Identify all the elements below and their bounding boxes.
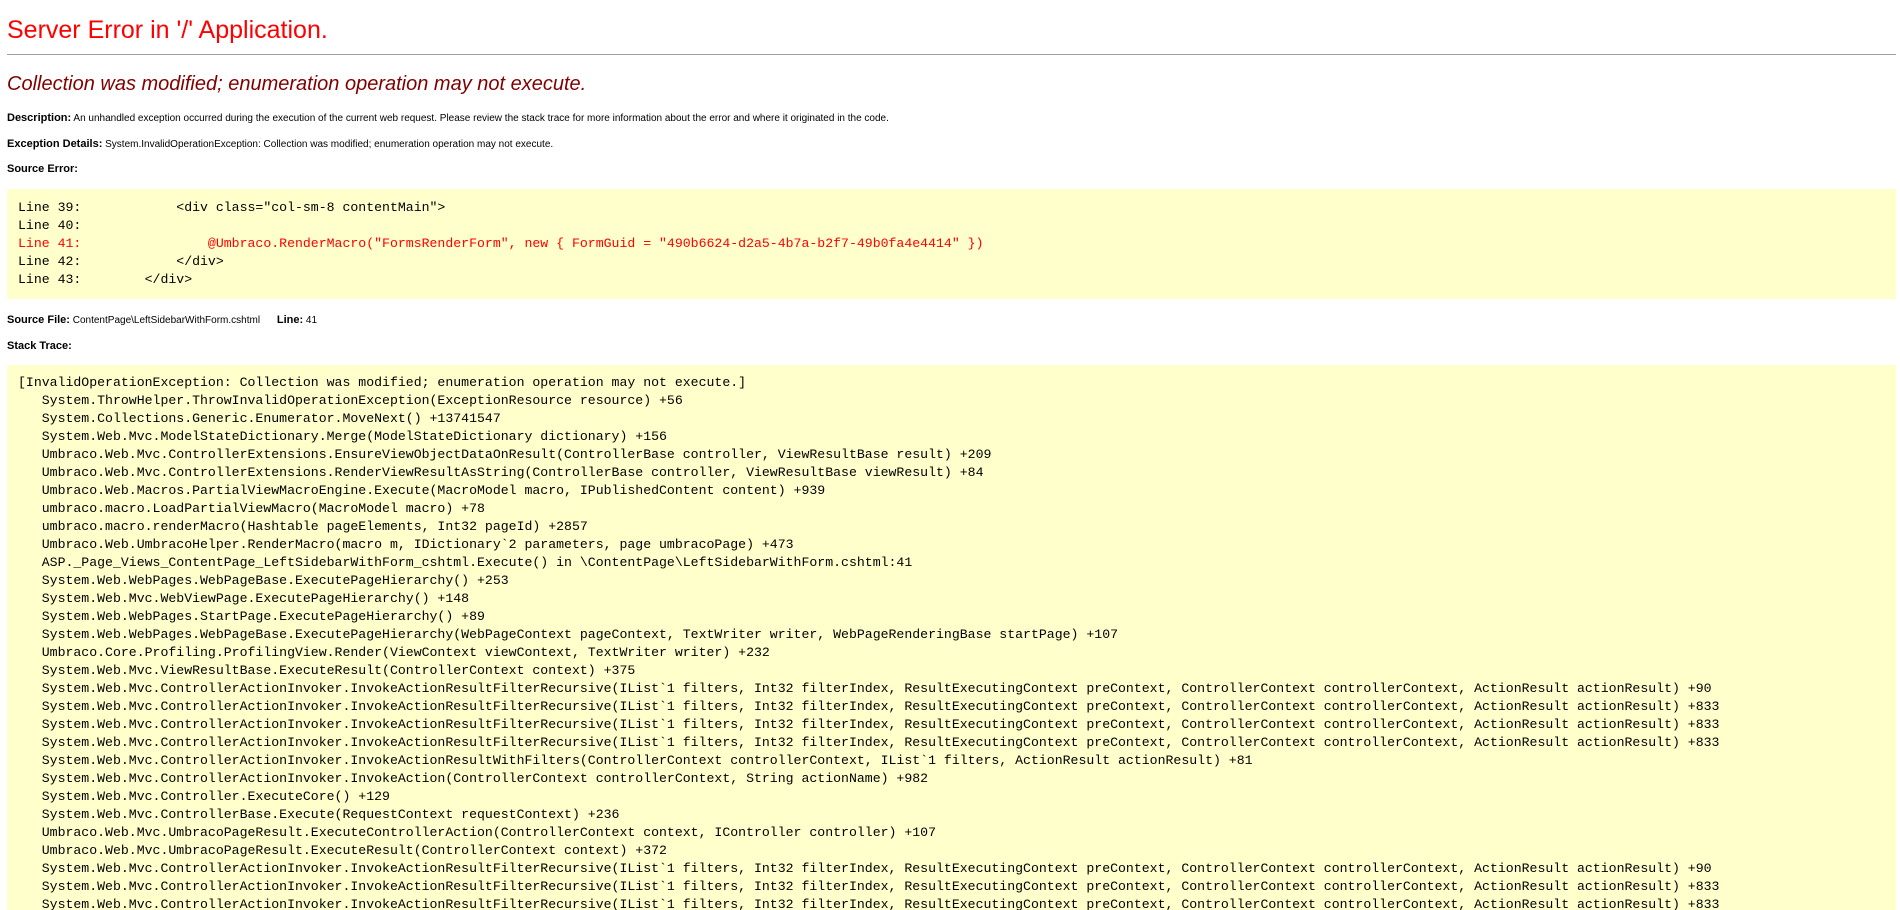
stack-line: Umbraco.Web.Mvc.UmbracoPageResult.Execut… [18, 825, 936, 840]
stack-line: System.Web.Mvc.ModelStateDictionary.Merg… [18, 429, 667, 444]
exception-details-text: System.InvalidOperationException: Collec… [105, 139, 554, 150]
stack-trace-box[interactable]: [InvalidOperationException: Collection w… [7, 365, 1896, 910]
source-error-label: Source Error: [7, 163, 78, 175]
exception-details-section: Exception Details: System.InvalidOperati… [7, 137, 553, 152]
source-line-error: Line 41: @Umbraco.RenderMacro("FormsRend… [18, 236, 984, 251]
title-divider [7, 54, 1896, 55]
page-title: Server Error in '/' Application. [7, 16, 328, 44]
stack-line: Umbraco.Core.Profiling.ProfilingView.Ren… [18, 645, 770, 660]
stack-line: umbraco.macro.LoadPartialViewMacro(Macro… [18, 501, 485, 516]
source-file-section: Source File: ContentPage\LeftSidebarWith… [7, 313, 317, 328]
stack-line: System.Web.Mvc.ControllerActionInvoker.I… [18, 699, 1720, 714]
description-text: An unhandled exception occurred during t… [73, 113, 889, 124]
stack-line: Umbraco.Web.UmbracoHelper.RenderMacro(ma… [18, 537, 794, 552]
stack-line: System.Collections.Generic.Enumerator.Mo… [18, 411, 501, 426]
stack-line: System.Web.Mvc.ControllerActionInvoker.I… [18, 879, 1720, 894]
stack-trace-label: Stack Trace: [7, 340, 72, 352]
stack-line: System.Web.WebPages.WebPageBase.ExecuteP… [18, 627, 1119, 642]
stack-line: System.Web.WebPages.StartPage.ExecutePag… [18, 609, 485, 624]
source-file-label: Source File: [7, 314, 70, 326]
description-label: Description: [7, 112, 72, 124]
source-file-value: ContentPage\LeftSidebarWithForm.cshtml [72, 315, 261, 326]
stack-line: System.Web.Mvc.ControllerActionInvoker.I… [18, 717, 1720, 732]
stack-line: Umbraco.Web.Macros.PartialViewMacroEngin… [18, 483, 826, 498]
stack-line: System.Web.Mvc.ControllerActionInvoker.I… [18, 771, 929, 786]
exception-details-label: Exception Details: [7, 138, 103, 150]
stack-line: System.Web.Mvc.Controller.ExecuteCore() … [18, 789, 390, 804]
source-line: Line 39: <div class="col-sm-8 contentMai… [18, 200, 446, 215]
stack-line: umbraco.macro.renderMacro(Hashtable page… [18, 519, 588, 534]
description-section: Description: An unhandled exception occu… [7, 111, 889, 126]
stack-line: System.Web.Mvc.ControllerBase.Execute(Re… [18, 807, 620, 822]
stack-line: System.Web.Mvc.ViewResultBase.ExecuteRes… [18, 663, 636, 678]
stack-line: ASP._Page_Views_ContentPage_LeftSidebarW… [18, 555, 913, 570]
stack-line: Umbraco.Web.Mvc.ControllerExtensions.Ren… [18, 465, 984, 480]
source-error-box: Line 39: <div class="col-sm-8 contentMai… [7, 189, 1896, 299]
stack-line: Umbraco.Web.Mvc.ControllerExtensions.Ens… [18, 447, 992, 462]
line-label: Line: [276, 314, 304, 326]
stack-line: [InvalidOperationException: Collection w… [18, 375, 747, 390]
stack-line: System.Web.Mvc.ControllerActionInvoker.I… [18, 753, 1253, 768]
stack-line: Umbraco.Web.Mvc.UmbracoPageResult.Execut… [18, 843, 667, 858]
stack-line: System.Web.Mvc.ControllerActionInvoker.I… [18, 735, 1720, 750]
error-message: Collection was modified; enumeration ope… [7, 73, 587, 95]
stack-line: System.Web.Mvc.ControllerActionInvoker.I… [18, 897, 1720, 910]
stack-line: System.Web.Mvc.ControllerActionInvoker.I… [18, 861, 1712, 876]
stack-line: System.Web.Mvc.WebViewPage.ExecutePageHi… [18, 591, 470, 606]
source-line: Line 40: [18, 218, 82, 233]
stack-line: System.Web.WebPages.WebPageBase.ExecuteP… [18, 573, 509, 588]
stack-line: System.Web.Mvc.ControllerActionInvoker.I… [18, 681, 1712, 696]
source-line: Line 43: </div> [18, 272, 193, 287]
line-value: 41 [305, 315, 318, 326]
source-line: Line 42: </div> [18, 254, 224, 269]
stack-line: System.ThrowHelper.ThrowInvalidOperation… [18, 393, 683, 408]
